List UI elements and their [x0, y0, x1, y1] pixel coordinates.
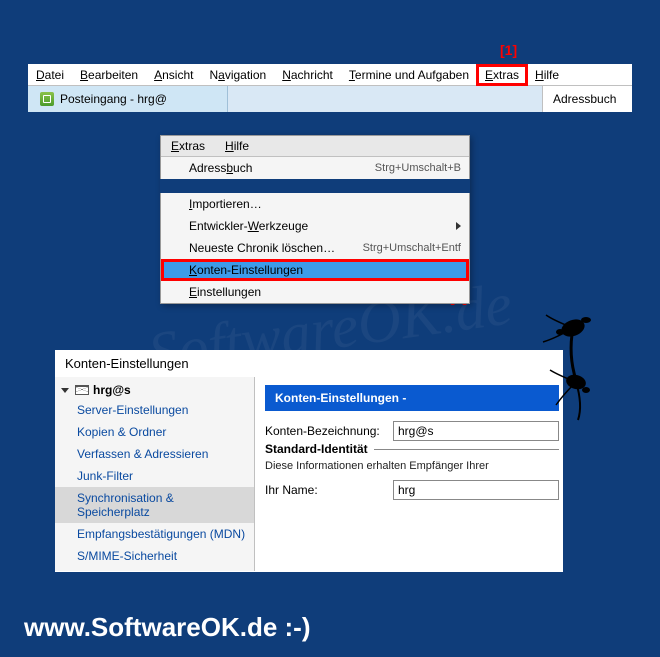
dropdown-header-hilfe[interactable]: Hilfe [215, 136, 259, 156]
menuitem-entwickler-werkzeuge[interactable]: Entwickler-Werkzeuge [161, 215, 469, 237]
menuitem-neueste-chronik-l-schen-[interactable]: Neueste Chronik löschen…Strg+Umschalt+En… [161, 237, 469, 259]
menu-navigation[interactable]: Navigation [201, 65, 274, 85]
settings-main: Konten-Einstellungen - Konten-Bezeichnun… [255, 377, 563, 571]
menu-nachricht[interactable]: Nachricht [274, 65, 341, 85]
menu-termine-und-aufgaben[interactable]: Termine und Aufgaben [341, 65, 477, 85]
footer-url: www.SoftwareOK.de :-) [24, 612, 311, 643]
dropdown-preview[interactable]: Adressbuch [542, 86, 632, 112]
menuitem-shortcut: Strg+Umschalt+Entf [363, 242, 461, 254]
tree-item-junk-filter[interactable]: Junk-Filter [55, 465, 254, 487]
tree-root-account[interactable]: hrg@s [55, 381, 254, 399]
standard-identitaet-legend: Standard-Identität [265, 442, 374, 456]
settings-main-title: Konten-Einstellungen - [265, 385, 559, 411]
chevron-right-icon [456, 222, 461, 230]
menuitem-label: Neueste Chronik löschen… [189, 241, 363, 255]
menu-ansicht[interactable]: Ansicht [146, 65, 201, 85]
menubar: DateiBearbeitenAnsichtNavigationNachrich… [28, 64, 632, 86]
ihr-name-label: Ihr Name: [265, 483, 385, 497]
tree-item-server-einstellungen[interactable]: Server-Einstellungen [55, 399, 254, 421]
tree-item-empfangsbest-tigungen-mdn-[interactable]: Empfangsbestätigungen (MDN) [55, 523, 254, 545]
ihr-name-input[interactable] [393, 480, 559, 500]
menuitem-label: Importieren… [189, 197, 461, 211]
menuitem-adressbuch[interactable]: AdressbuchStrg+Umschalt+B [161, 157, 469, 179]
tree-item-synchronisation-speicherplatz[interactable]: Synchronisation & Speicherplatz [55, 487, 254, 523]
tab-label: Posteingang - hrg@ [60, 92, 167, 106]
dropdown-header-extras[interactable]: Extras [161, 136, 215, 156]
standard-identitaet-fieldset: Standard-Identität Diese Informationen e… [265, 449, 559, 500]
menuitem-importieren-[interactable]: Importieren… [161, 193, 469, 215]
konten-bezeichnung-input[interactable] [393, 421, 559, 441]
settings-tree: hrg@s Server-EinstellungenKopien & Ordne… [55, 377, 255, 571]
menuitem-shortcut: Strg+Umschalt+B [375, 162, 461, 174]
tree-item-s-mime-sicherheit[interactable]: S/MIME-Sicherheit [55, 545, 254, 567]
menuitem-label: Entwickler-Werkzeuge [189, 219, 448, 233]
tree-root-label: hrg@s [93, 383, 131, 397]
dropdown-header: ExtrasHilfe [161, 136, 469, 157]
extras-dropdown: ExtrasHilfe AdressbuchStrg+Umschalt+B Im… [160, 135, 470, 304]
tree-item-kopien-ordner[interactable]: Kopien & Ordner [55, 421, 254, 443]
envelope-icon [75, 385, 89, 395]
dropdown-preview-line1: Adressbuch [553, 92, 622, 106]
annotation-marker-1: [1] [500, 42, 517, 58]
menuitem-einstellungen[interactable]: Einstellungen [161, 281, 469, 303]
dialog-title: Konten-Einstellungen [55, 350, 563, 377]
menuitem-label: Einstellungen [189, 285, 461, 299]
konten-einstellungen-dialog: Konten-Einstellungen hrg@s Server-Einste… [55, 350, 563, 572]
konten-bezeichnung-label: Konten-Bezeichnung: [265, 424, 385, 438]
tabbar: Posteingang - hrg@ Adressbuch [28, 86, 632, 112]
menu-extras[interactable]: Extras [477, 65, 527, 85]
tree-item-verfassen-adressieren[interactable]: Verfassen & Adressieren [55, 443, 254, 465]
menuitem-konten-einstellungen[interactable]: Konten-Einstellungen [161, 259, 469, 281]
chevron-down-icon [61, 388, 69, 393]
menu-hilfe[interactable]: Hilfe [527, 65, 567, 85]
menuitem-label: Adressbuch [189, 161, 375, 175]
main-window: DateiBearbeitenAnsichtNavigationNachrich… [28, 64, 632, 112]
menuitem-label: Konten-Einstellungen [189, 263, 461, 277]
identity-description: Diese Informationen erhalten Empfänger I… [265, 460, 559, 472]
mail-icon [40, 92, 54, 106]
tab-posteingang[interactable]: Posteingang - hrg@ [28, 86, 228, 112]
menu-bearbeiten[interactable]: Bearbeiten [72, 65, 146, 85]
menu-datei[interactable]: Datei [28, 65, 72, 85]
